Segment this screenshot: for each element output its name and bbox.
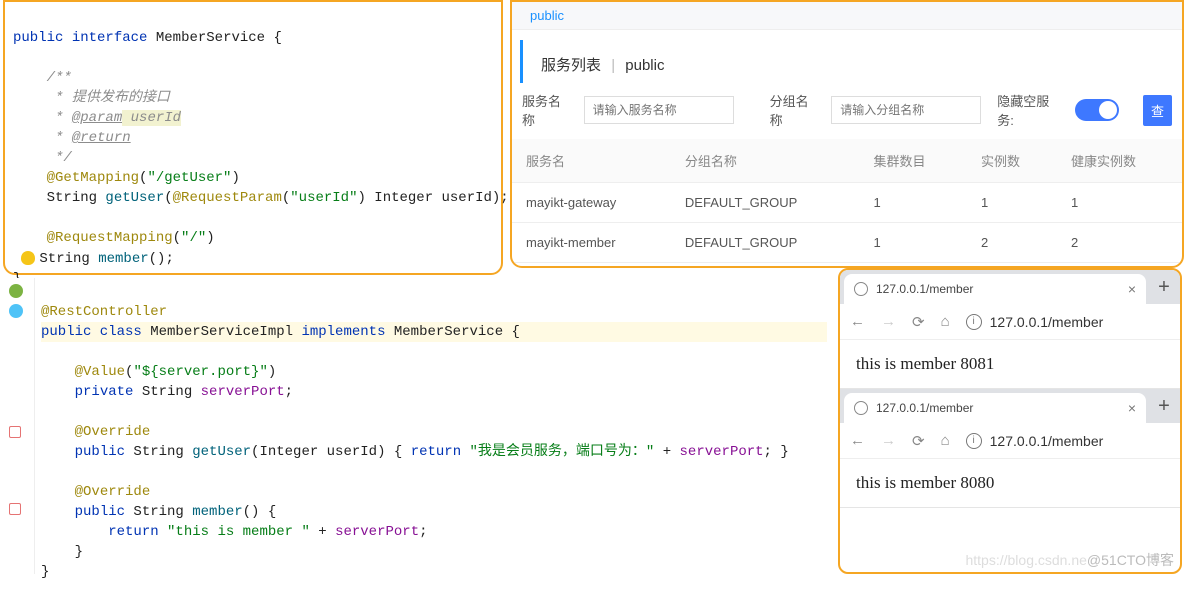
home-icon[interactable]: ⌂ — [941, 432, 950, 449]
namespace-tab[interactable]: public — [512, 2, 1182, 30]
reload-icon[interactable]: ⟳ — [912, 432, 925, 450]
code-editor-interface[interactable]: public interface MemberService { /** * 提… — [3, 0, 503, 275]
col-group: 分组名称 — [671, 139, 860, 183]
gutter-class-icon[interactable] — [9, 304, 23, 318]
gutter-override-icon[interactable] — [9, 426, 21, 438]
address-bar: ← → ⟳ ⌂ i 127.0.0.1/member — [840, 304, 1180, 340]
close-tab-icon[interactable]: × — [1128, 281, 1136, 297]
browser-tab[interactable]: 127.0.0.1/member × — [844, 274, 1146, 304]
new-tab-button[interactable]: + — [1152, 276, 1176, 299]
filter-bar: 服务名称 分组名称 隐藏空服务: 查 — [512, 87, 1182, 139]
service-name-label: 服务名称 — [522, 91, 574, 129]
breadcrumb: 服务列表 | public — [520, 40, 1174, 83]
group-name-input[interactable] — [831, 96, 981, 124]
table-row[interactable]: mayikt-gateway DEFAULT_GROUP 1 1 1 — [512, 183, 1182, 223]
hide-empty-label: 隐藏空服务: — [997, 91, 1065, 129]
tab-strip: 127.0.0.1/member × + — [840, 270, 1180, 304]
browser-window-1: 127.0.0.1/member × + ← → ⟳ ⌂ i 127.0.0.1… — [840, 270, 1180, 389]
back-icon[interactable]: ← — [850, 313, 865, 330]
col-healthy: 健康实例数 — [1057, 139, 1182, 183]
page-content: this is member 8080 — [840, 459, 1180, 507]
editor-gutter — [3, 278, 35, 574]
col-instances: 实例数 — [967, 139, 1057, 183]
browser-tab[interactable]: 127.0.0.1/member × — [844, 393, 1146, 423]
home-icon[interactable]: ⌂ — [941, 313, 950, 330]
site-info-icon[interactable]: i — [966, 433, 982, 449]
service-name-input[interactable] — [584, 96, 734, 124]
forward-icon[interactable]: → — [881, 313, 896, 330]
col-clusters: 集群数目 — [860, 139, 967, 183]
url-field[interactable]: i 127.0.0.1/member — [966, 433, 1170, 449]
intention-bulb-icon[interactable] — [21, 251, 35, 265]
search-button[interactable]: 查 — [1143, 95, 1172, 126]
url-field[interactable]: i 127.0.0.1/member — [966, 314, 1170, 330]
col-service-name: 服务名 — [512, 139, 671, 183]
gutter-override-icon[interactable] — [9, 503, 21, 515]
back-icon[interactable]: ← — [850, 432, 865, 449]
browser-windows: 127.0.0.1/member × + ← → ⟳ ⌂ i 127.0.0.1… — [838, 268, 1182, 574]
tab-strip: 127.0.0.1/member × + — [840, 389, 1180, 423]
code-editor-impl[interactable]: @RestController public class MemberServi… — [3, 278, 833, 574]
address-bar: ← → ⟳ ⌂ i 127.0.0.1/member — [840, 423, 1180, 459]
service-table: 服务名 分组名称 集群数目 实例数 健康实例数 mayikt-gateway D… — [512, 139, 1182, 263]
globe-icon — [854, 282, 868, 296]
hide-empty-toggle[interactable] — [1075, 99, 1119, 121]
globe-icon — [854, 401, 868, 415]
nacos-panel: public 服务列表 | public 服务名称 分组名称 隐藏空服务: 查 … — [510, 0, 1184, 268]
forward-icon[interactable]: → — [881, 432, 896, 449]
new-tab-button[interactable]: + — [1152, 395, 1176, 418]
page-content: this is member 8081 — [840, 340, 1180, 388]
group-name-label: 分组名称 — [770, 91, 822, 129]
reload-icon[interactable]: ⟳ — [912, 313, 925, 331]
browser-window-2: 127.0.0.1/member × + ← → ⟳ ⌂ i 127.0.0.1… — [840, 389, 1180, 508]
table-row[interactable]: mayikt-member DEFAULT_GROUP 1 2 2 — [512, 223, 1182, 263]
close-tab-icon[interactable]: × — [1128, 400, 1136, 416]
gutter-bean-icon[interactable] — [9, 284, 23, 298]
site-info-icon[interactable]: i — [966, 314, 982, 330]
watermark: https://blog.csdn.ne@51CTO博客 — [965, 550, 1174, 570]
